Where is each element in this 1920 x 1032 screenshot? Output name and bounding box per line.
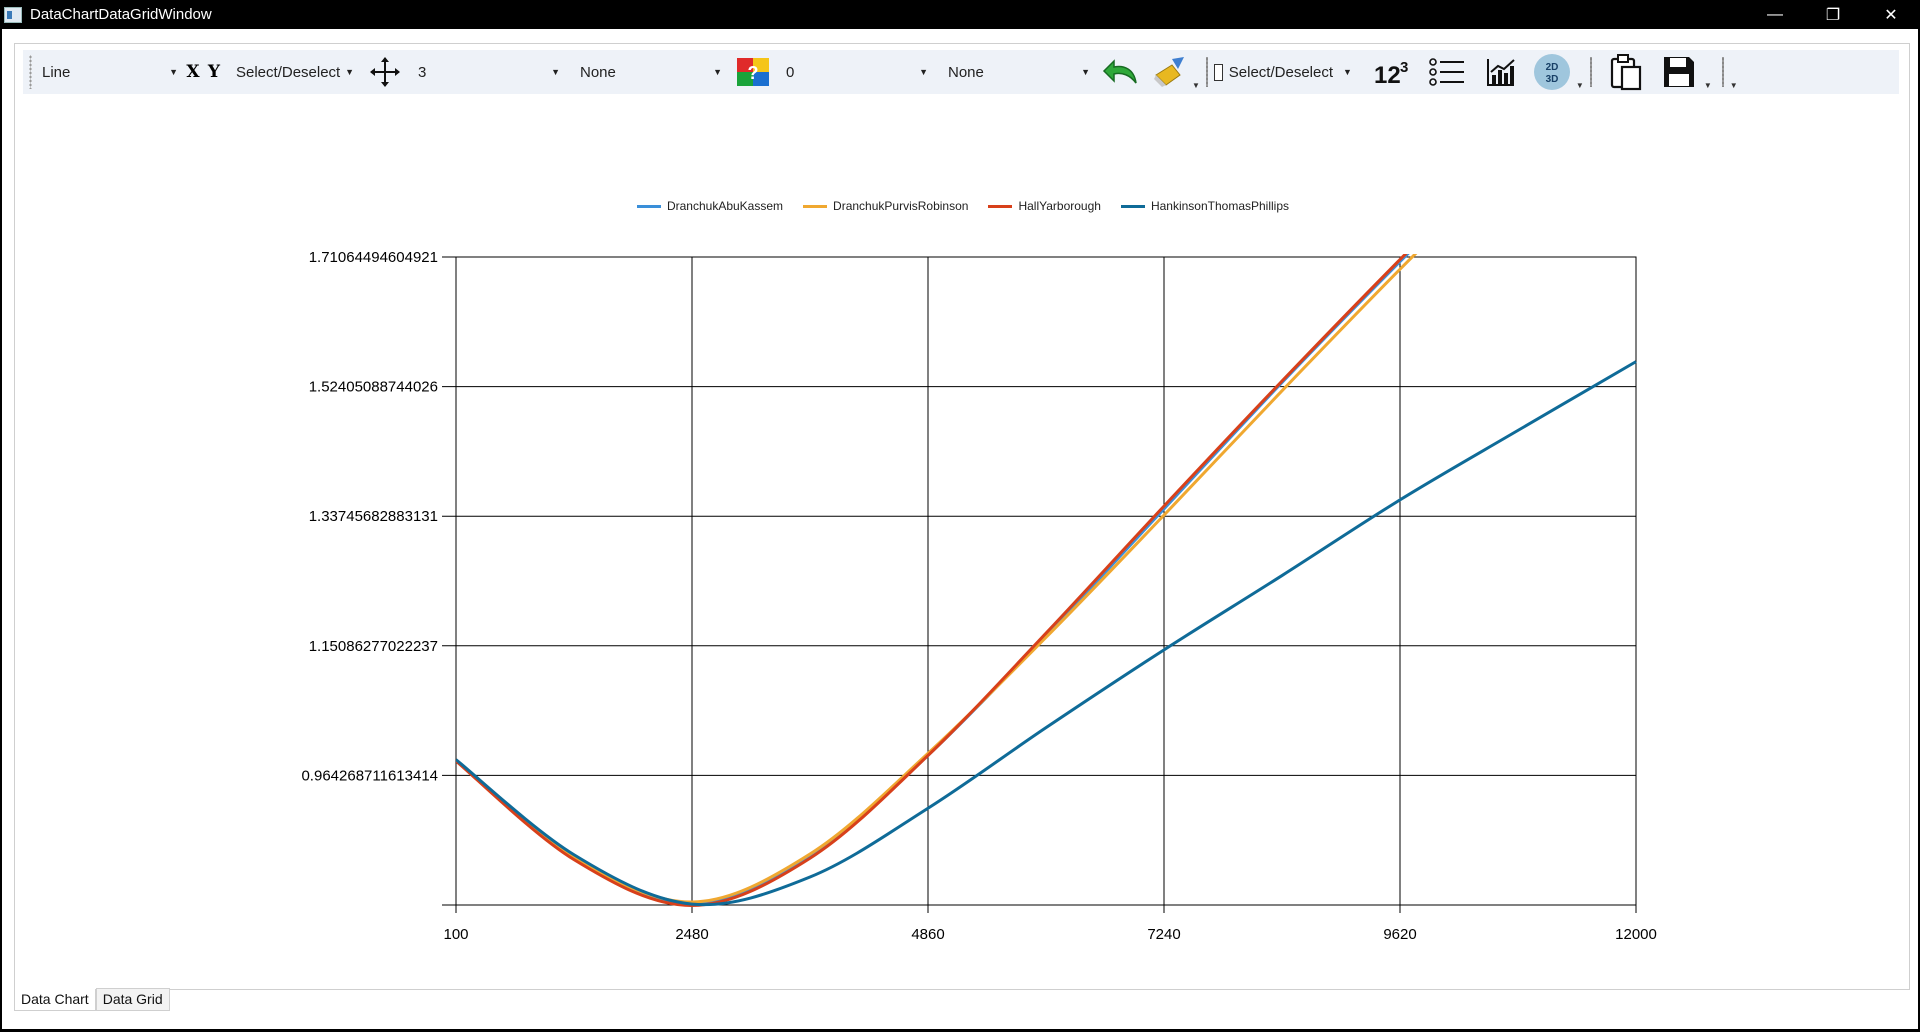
y-tick-label: 1.52405088744026: [309, 379, 438, 396]
fill-style-value: None: [948, 63, 984, 81]
tab-strip: Data Chart Data Grid: [14, 988, 170, 1011]
value-select[interactable]: 0 ▼: [780, 55, 932, 89]
legend-swatch: [988, 204, 1013, 208]
tab-content: Line ▼ X Y Select/Deselect ▼ 3 ▼ None ▼ ? 0 ▼: [14, 43, 1910, 990]
toolbar-separator: [1205, 57, 1208, 87]
series-line: [456, 254, 1408, 907]
y-tick-label: 1.71064494604921: [309, 249, 438, 266]
svg-text:3: 3: [1400, 59, 1408, 76]
axis-select-label: Select/Deselect: [236, 63, 341, 81]
x-tick-label: 7240: [1147, 926, 1180, 943]
toolbar-overflow-grip[interactable]: [1721, 57, 1724, 87]
chart-toolbar: Line ▼ X Y Select/Deselect ▼ 3 ▼ None ▼ ? 0 ▼: [23, 50, 1899, 94]
brush-icon[interactable]: [1148, 52, 1192, 92]
series-select-label: Select/Deselect: [1228, 63, 1333, 81]
value-select-value: 0: [786, 63, 795, 81]
title-bar: DataChartDataGridWindow — ❐ ✕: [0, 0, 1920, 29]
line-chart: 100 2480 4860 7240 9620 12000 0.96426871161341…: [301, 249, 1657, 943]
series-select-deselect[interactable]: Select/Deselect ▼: [1213, 55, 1356, 89]
marker-style-select[interactable]: None ▼: [574, 55, 726, 89]
x-tick-label: 4860: [911, 926, 944, 943]
legend-item: DranchukAbuKassem: [636, 199, 784, 213]
series-line: [456, 254, 1410, 906]
series-line: [456, 254, 1418, 904]
legend-swatch: [636, 204, 661, 208]
fill-style-select[interactable]: None ▼: [942, 55, 1094, 89]
toolbar-grip[interactable]: [29, 55, 32, 89]
number-format-icon[interactable]: 12 3: [1364, 52, 1420, 92]
chart-type-value: Line: [42, 63, 71, 81]
clipboard-icon[interactable]: [1598, 52, 1654, 92]
axis-select-deselect[interactable]: Select/Deselect ▼: [230, 55, 358, 89]
legend-label: HankinsonThomasPhillips: [1150, 199, 1290, 213]
move-icon[interactable]: [358, 52, 412, 92]
svg-text:3D: 3D: [1546, 74, 1559, 85]
legend-swatch: [1120, 204, 1145, 208]
legend-label: DranchukAbuKassem: [666, 199, 784, 213]
select-all-checkbox[interactable]: [1213, 63, 1223, 81]
brush-dropdown-icon[interactable]: ▼: [1192, 81, 1200, 90]
legend-label: HallYarborough: [1018, 199, 1101, 213]
y-tick-label: 1.15086277022237: [309, 638, 438, 655]
toolbar-separator-2: [1589, 57, 1592, 87]
2d-3d-dropdown-icon[interactable]: ▼: [1576, 81, 1584, 90]
svg-text:12: 12: [1374, 62, 1401, 87]
legend-item: HallYarborough: [988, 199, 1101, 213]
x-tick-label: 9620: [1383, 926, 1416, 943]
legend-swatch: [803, 204, 828, 208]
save-icon[interactable]: [1654, 52, 1704, 92]
chart-legend: DranchukAbuKassem DranchukPurvisRobinson H…: [23, 199, 1903, 213]
chart-icon[interactable]: [1474, 52, 1528, 92]
legend-item: HankinsonThomasPhillips: [1120, 199, 1290, 213]
2d-3d-icon[interactable]: 2D 3D: [1528, 52, 1576, 92]
app-icon: [4, 6, 22, 23]
marker-style-value: None: [580, 63, 616, 81]
chart-type-select[interactable]: Line ▼: [36, 55, 182, 89]
svg-text:2D: 2D: [1546, 62, 1559, 73]
client-area: Line ▼ X Y Select/Deselect ▼ 3 ▼ None ▼ ? 0 ▼: [2, 29, 1918, 1029]
palette-help-icon[interactable]: ?: [726, 52, 780, 92]
y-tick-label: 1.33745682883131: [309, 508, 438, 525]
legend-label: DranchukPurvisRobinson: [833, 199, 969, 213]
close-button[interactable]: ✕: [1862, 0, 1920, 29]
plot-frame: [455, 256, 1637, 906]
y-axis-icon[interactable]: Y: [204, 52, 224, 92]
toolbar-overflow-icon[interactable]: ▼: [1730, 81, 1738, 90]
line-thickness-value: 3: [418, 63, 427, 81]
x-tick-label: 100: [443, 926, 468, 943]
x-tick-label: 12000: [1615, 926, 1657, 943]
save-dropdown-icon[interactable]: ▼: [1704, 81, 1712, 90]
undo-icon[interactable]: [1094, 52, 1148, 92]
tab-data-chart[interactable]: Data Chart: [14, 989, 96, 1011]
x-axis-icon[interactable]: X: [182, 52, 204, 92]
tab-data-grid[interactable]: Data Grid: [95, 988, 170, 1011]
x-tick-label: 2480: [675, 926, 708, 943]
y-tick-label: 0.964268711613414: [301, 767, 438, 784]
svg-text:?: ?: [748, 63, 759, 83]
legend-list-icon[interactable]: [1420, 52, 1474, 92]
restore-button[interactable]: ❐: [1804, 0, 1862, 29]
legend-item: DranchukPurvisRobinson: [803, 199, 968, 213]
window-title: DataChartDataGridWindow: [30, 6, 212, 23]
minimize-button[interactable]: —: [1746, 0, 1804, 29]
line-thickness-select[interactable]: 3 ▼: [412, 55, 564, 89]
chart-area: DranchukAbuKassem DranchukPurvisRobinson H…: [23, 104, 1903, 984]
